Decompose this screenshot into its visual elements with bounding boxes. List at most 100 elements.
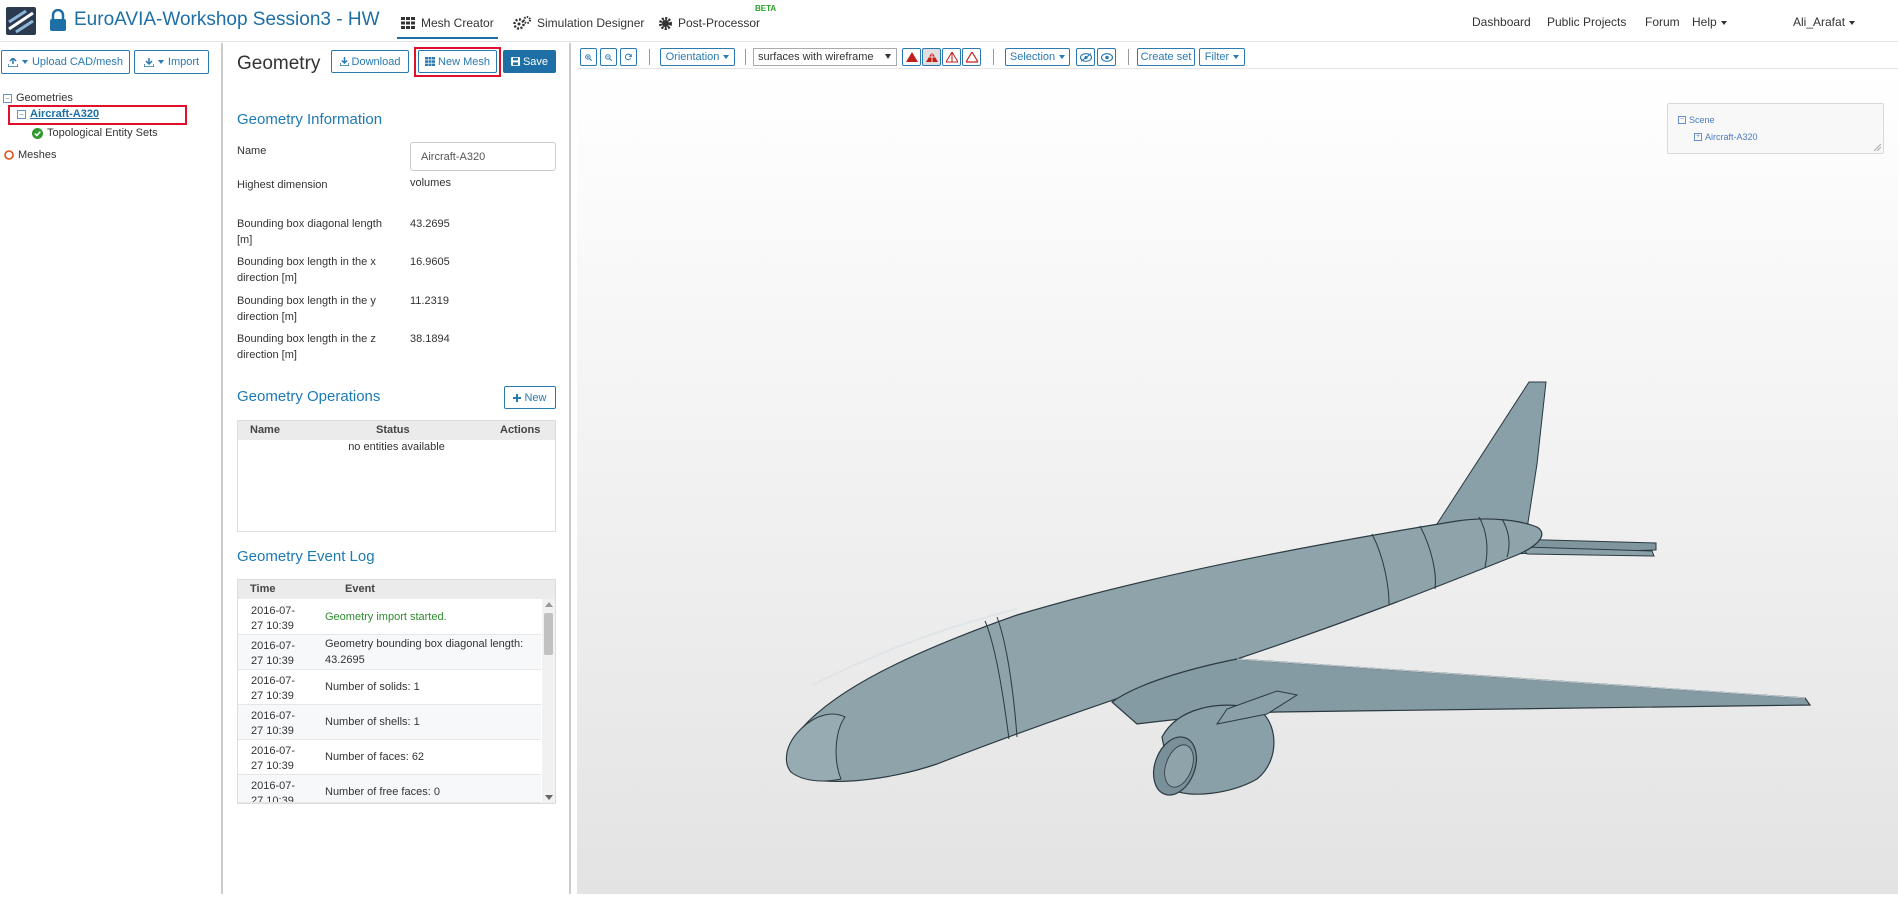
create-set-label: Create set (1140, 51, 1192, 63)
filter-label: Filter (1204, 51, 1230, 63)
tab-simulation-designer-label: Simulation Designer (537, 16, 645, 30)
download-icon (339, 57, 349, 66)
filter-dropdown[interactable]: Filter (1199, 48, 1245, 66)
nav-public-projects[interactable]: Public Projects (1547, 15, 1626, 29)
zoom-in-icon (585, 53, 592, 61)
show-all-button[interactable] (1097, 48, 1116, 66)
render-wireframe-button[interactable] (942, 48, 961, 66)
prop-value: 38.1894 (410, 333, 450, 345)
upload-icon (7, 57, 18, 67)
nav-help[interactable]: Help (1692, 15, 1727, 29)
selection-dropdown[interactable]: Selection (1005, 48, 1070, 66)
new-operation-button[interactable]: New (504, 386, 556, 409)
panel-splitter[interactable] (221, 43, 223, 894)
prop-label: Bounding box diagonal length [m] (237, 218, 382, 246)
floppy-disk-icon (510, 57, 520, 66)
import-button[interactable]: Import (134, 50, 209, 74)
wireframe-icon (945, 51, 958, 62)
create-set-button[interactable]: Create set (1137, 48, 1195, 66)
gears-icon (513, 16, 531, 30)
tab-mesh-creator[interactable]: Mesh Creator (397, 13, 498, 39)
column-header: Actions (500, 424, 541, 436)
panel-splitter[interactable] (569, 43, 571, 894)
tree-item-aircraft-a320[interactable]: − Aircraft-A320 (17, 108, 99, 120)
aircraft-model[interactable] (577, 69, 1898, 894)
resize-grip-icon[interactable] (1874, 144, 1881, 151)
tab-simulation-designer[interactable]: Simulation Designer (513, 13, 644, 33)
render-solid-button[interactable] (902, 48, 921, 66)
chevron-down-icon (1059, 55, 1066, 59)
geometry-operations-title: Geometry Operations (237, 388, 381, 405)
outline-icon (965, 51, 978, 63)
collapse-icon[interactable]: − (3, 93, 12, 103)
empty-table-message: no entities available (348, 441, 445, 453)
user-menu[interactable]: Ali_Arafat (1793, 15, 1856, 29)
project-title[interactable]: EuroAVIA-Workshop Session3 - HW (74, 9, 380, 31)
eye-slash-icon (1079, 52, 1092, 62)
tab-post-processor[interactable]: Post-Processor (659, 13, 760, 33)
chevron-down-icon (885, 54, 891, 59)
scene-root[interactable]: − Scene (1678, 115, 1715, 125)
empty-circle-icon (4, 150, 14, 160)
scroll-thumb[interactable] (544, 613, 553, 655)
prop-value: 16.9605 (410, 256, 450, 268)
reset-view-button[interactable] (620, 48, 637, 66)
column-header: Event (345, 583, 375, 595)
tree-item-topological-sets[interactable]: Topological Entity Sets (32, 127, 158, 139)
chevron-down-icon (723, 55, 730, 59)
tree-item-meshes[interactable]: Meshes (4, 149, 57, 161)
new-mesh-label: New Mesh (438, 55, 490, 68)
3d-viewport[interactable] (577, 69, 1898, 894)
tree-aircraft-label: Aircraft-A320 (30, 108, 100, 120)
chevron-down-icon (1233, 55, 1240, 59)
log-time: 2016-07-27 10:39 (251, 640, 296, 667)
save-label: Save (522, 55, 549, 68)
top-navbar: EuroAVIA-Workshop Session3 - HW Mesh Cre… (0, 0, 1898, 42)
event-log-scrollbar[interactable] (542, 599, 555, 803)
table-row: 2016-07-27 10:39 Geometry import started. (238, 600, 541, 635)
column-header: Status (376, 424, 410, 436)
new-mesh-button[interactable]: New Mesh (418, 50, 497, 73)
scene-label: Scene (1689, 115, 1715, 125)
toolbar-divider (745, 49, 746, 65)
collapse-icon[interactable]: − (17, 109, 26, 119)
scroll-up-icon[interactable] (545, 602, 553, 607)
zoom-out-icon (605, 53, 612, 61)
prop-label: Bounding box length in the y direction [… (237, 295, 376, 323)
geometry-info-title: Geometry Information (237, 111, 383, 128)
render-mode-select[interactable]: surfaces with wireframe (753, 48, 897, 66)
upload-cad-mesh-button[interactable]: Upload CAD/mesh (1, 50, 130, 74)
zoom-in-button[interactable] (580, 48, 597, 66)
log-time: 2016-07-27 10:39 (251, 745, 296, 772)
collapse-icon[interactable]: − (1678, 116, 1686, 124)
operations-table-header: Name Status Actions (238, 421, 555, 440)
scene-item-aircraft[interactable]: + Aircraft-A320 (1694, 132, 1758, 142)
tree-item-geometries[interactable]: − Geometries (3, 92, 73, 104)
zoom-out-button[interactable] (600, 48, 617, 66)
prop-label: Bounding box length in the z direction [… (237, 333, 376, 361)
geometry-name-input[interactable] (410, 142, 556, 171)
prop-value: 43.2695 (410, 218, 450, 230)
hide-selection-button[interactable] (1076, 48, 1095, 66)
grid-icon (425, 57, 436, 66)
render-surfaces-wireframe-button[interactable] (922, 48, 941, 66)
table-row: 2016-07-27 10:39 Number of solids: 1 (238, 670, 541, 705)
orientation-dropdown[interactable]: Orientation (660, 48, 735, 66)
tab-post-processor-label: Post-Processor (678, 16, 761, 30)
simscale-logo-icon[interactable] (6, 7, 36, 35)
save-button[interactable]: Save (503, 50, 556, 73)
render-points-button[interactable] (962, 48, 981, 66)
scene-tree-panel[interactable]: − Scene + Aircraft-A320 (1667, 103, 1884, 154)
nav-forum[interactable]: Forum (1645, 15, 1680, 29)
column-header: Time (250, 583, 276, 595)
upload-label: Upload CAD/mesh (31, 56, 124, 68)
chevron-down-icon (21, 60, 28, 64)
wire-solid-icon (925, 51, 938, 62)
import-label: Import (167, 56, 200, 68)
lock-icon (50, 9, 66, 31)
expand-icon[interactable]: + (1694, 133, 1702, 141)
download-button[interactable]: Download (331, 50, 409, 73)
nav-dashboard[interactable]: Dashboard (1472, 15, 1531, 29)
name-label: Name (237, 145, 267, 157)
scroll-down-icon[interactable] (545, 795, 553, 800)
